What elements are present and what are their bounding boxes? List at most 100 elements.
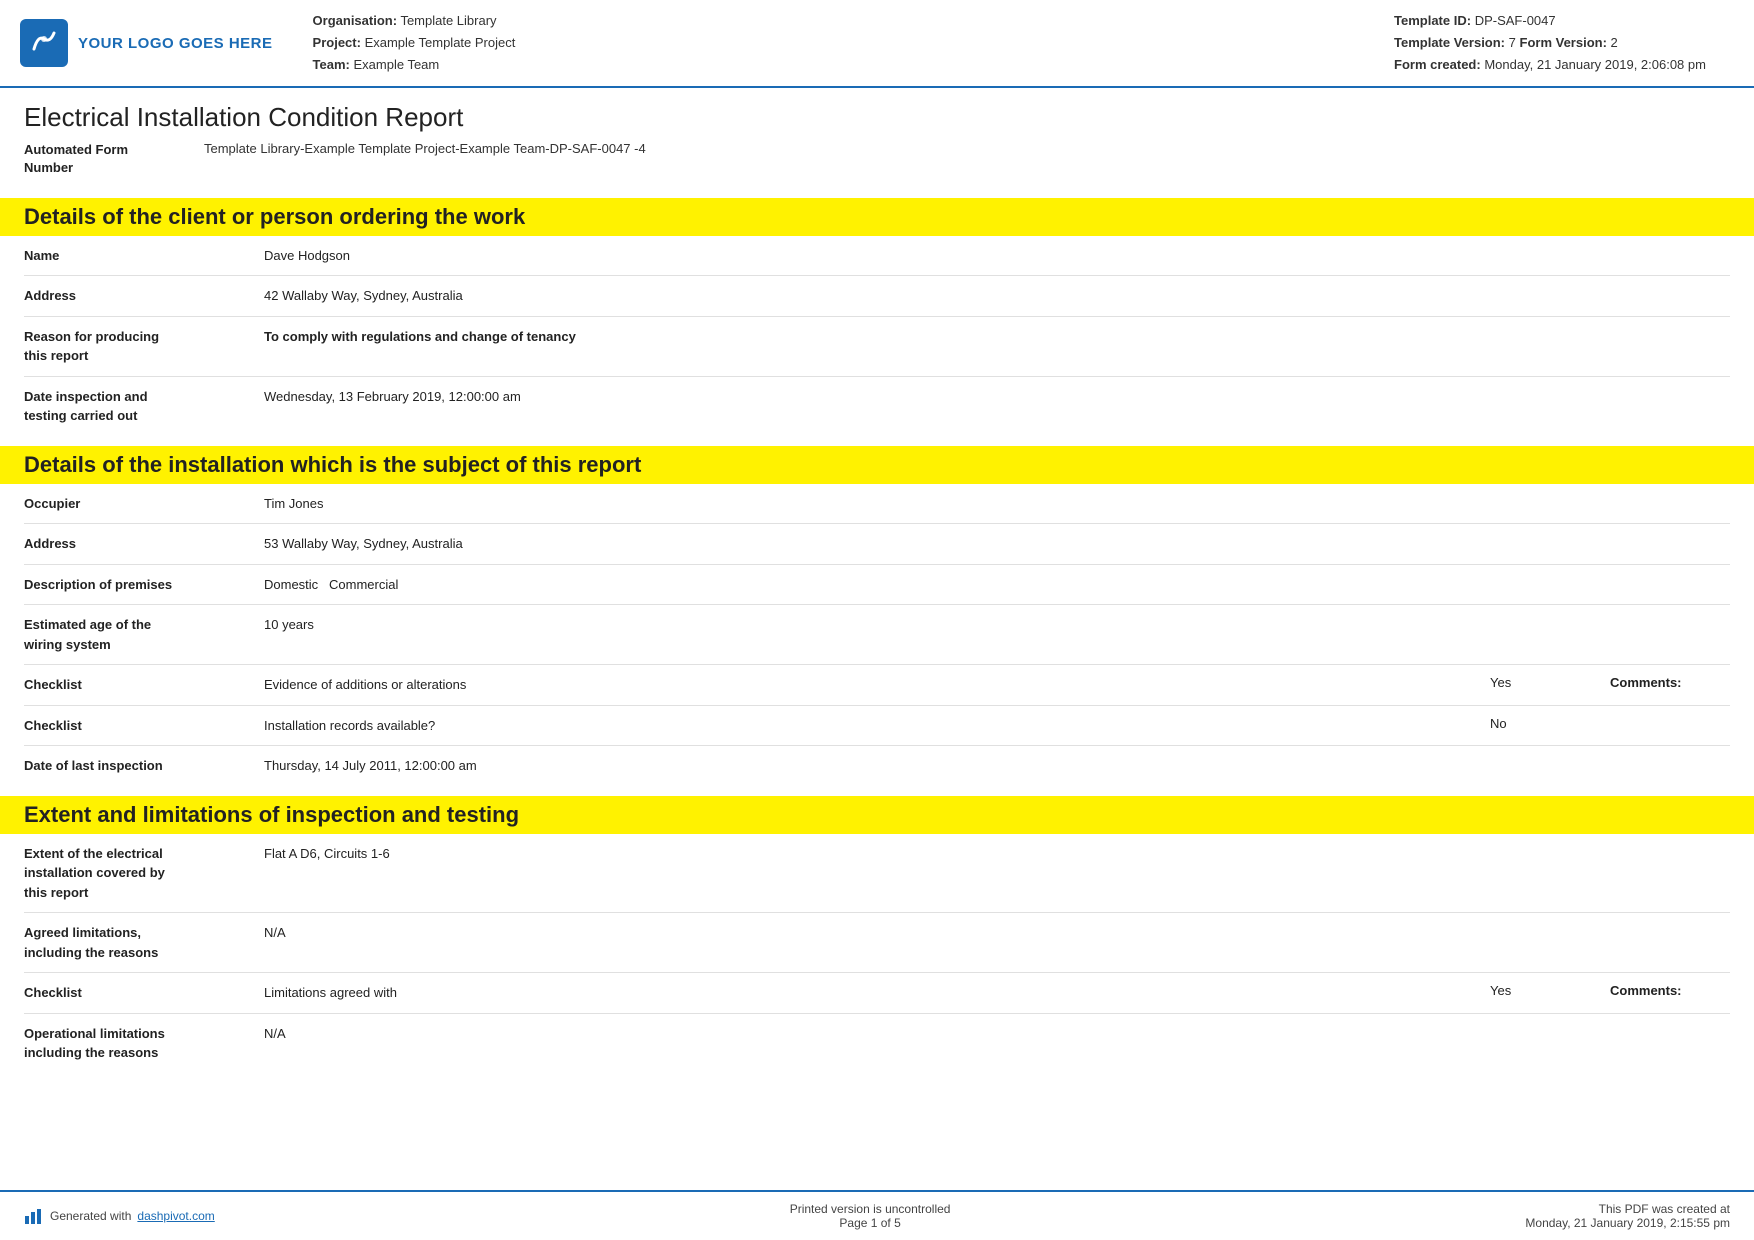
row-value: Dave Hodgson bbox=[264, 246, 1730, 266]
header-org: Organisation: Template Library Project: … bbox=[313, 10, 1394, 76]
team-value: Example Team bbox=[353, 57, 439, 72]
footer-center-line2: Page 1 of 5 bbox=[790, 1216, 951, 1230]
table-row: Checklist Limitations agreed with Yes Co… bbox=[24, 973, 1730, 1014]
form-created-label: Form created: bbox=[1394, 57, 1481, 72]
logo-text: YOUR LOGO GOES HERE bbox=[78, 35, 273, 52]
row-yes-no: No bbox=[1490, 716, 1610, 731]
template-version-value: 7 bbox=[1509, 35, 1516, 50]
table-row: Address 53 Wallaby Way, Sydney, Australi… bbox=[24, 524, 1730, 565]
project-label: Project: bbox=[313, 35, 361, 50]
row-value: Installation records available? bbox=[264, 716, 1490, 736]
row-value: Domestic Commercial bbox=[264, 575, 1730, 595]
row-label: Reason for producingthis report bbox=[24, 327, 264, 366]
org-line: Organisation: Template Library bbox=[313, 10, 1394, 32]
row-value: 42 Wallaby Way, Sydney, Australia bbox=[264, 286, 1730, 306]
title-section: Electrical Installation Condition Report… bbox=[0, 88, 1754, 187]
section3-table: Extent of the electricalinstallation cov… bbox=[0, 834, 1754, 1073]
table-row: Occupier Tim Jones bbox=[24, 484, 1730, 525]
table-row: Date inspection andtesting carried out W… bbox=[24, 377, 1730, 436]
row-label: Checklist bbox=[24, 983, 264, 1003]
table-row: Date of last inspection Thursday, 14 Jul… bbox=[24, 746, 1730, 786]
row-label: Operational limitationsincluding the rea… bbox=[24, 1024, 264, 1063]
row-value: 53 Wallaby Way, Sydney, Australia bbox=[264, 534, 1730, 554]
table-row: Checklist Evidence of additions or alter… bbox=[24, 665, 1730, 706]
table-row: Name Dave Hodgson bbox=[24, 236, 1730, 277]
row-value: Wednesday, 13 February 2019, 12:00:00 am bbox=[264, 387, 1730, 407]
header: YOUR LOGO GOES HERE Organisation: Templa… bbox=[0, 0, 1754, 88]
table-row: Estimated age of thewiring system 10 yea… bbox=[24, 605, 1730, 665]
org-value: Template Library bbox=[400, 13, 496, 28]
table-row: Description of premises Domestic Commerc… bbox=[24, 565, 1730, 606]
row-label: Date inspection andtesting carried out bbox=[24, 387, 264, 426]
project-value: Example Template Project bbox=[365, 35, 516, 50]
section1-title: Details of the client or person ordering… bbox=[24, 204, 1730, 230]
footer-right-line2: Monday, 21 January 2019, 2:15:55 pm bbox=[1525, 1216, 1730, 1230]
org-label: Organisation: bbox=[313, 13, 398, 28]
section2-table: Occupier Tim Jones Address 53 Wallaby Wa… bbox=[0, 484, 1754, 786]
row-yes-no: Yes bbox=[1490, 983, 1610, 998]
row-label: Checklist bbox=[24, 716, 264, 736]
footer: Generated with dashpivot.com Printed ver… bbox=[0, 1190, 1754, 1240]
row-value: Evidence of additions or alterations bbox=[264, 675, 1490, 695]
dashpivot-icon bbox=[24, 1206, 44, 1226]
row-value: Tim Jones bbox=[264, 494, 1730, 514]
template-id-value: DP-SAF-0047 bbox=[1475, 13, 1556, 28]
logo-icon bbox=[20, 19, 68, 67]
footer-right-line1: This PDF was created at bbox=[1525, 1202, 1730, 1216]
row-label: Address bbox=[24, 534, 264, 554]
form-version-value: 2 bbox=[1611, 35, 1618, 50]
footer-center-line1: Printed version is uncontrolled bbox=[790, 1202, 951, 1216]
form-number-label: Automated Form Number bbox=[24, 141, 204, 177]
form-version-label: Form Version: bbox=[1520, 35, 1607, 50]
row-yes-no: Yes bbox=[1490, 675, 1610, 690]
main-title: Electrical Installation Condition Report bbox=[24, 102, 1730, 133]
row-label: Checklist bbox=[24, 675, 264, 695]
team-label: Team: bbox=[313, 57, 350, 72]
row-label: Address bbox=[24, 286, 264, 306]
footer-left: Generated with dashpivot.com bbox=[24, 1206, 215, 1226]
row-label: Name bbox=[24, 246, 264, 266]
version-line: Template Version: 7 Form Version: 2 bbox=[1394, 32, 1734, 54]
content: YOUR LOGO GOES HERE Organisation: Templa… bbox=[0, 0, 1754, 1153]
row-value: Flat A D6, Circuits 1-6 bbox=[264, 844, 1730, 864]
row-label: Description of premises bbox=[24, 575, 264, 595]
row-comments-label: Comments: bbox=[1610, 675, 1730, 690]
table-row: Extent of the electricalinstallation cov… bbox=[24, 834, 1730, 914]
section3-title: Extent and limitations of inspection and… bbox=[24, 802, 1730, 828]
row-label: Agreed limitations,including the reasons bbox=[24, 923, 264, 962]
footer-link[interactable]: dashpivot.com bbox=[137, 1209, 214, 1223]
project-line: Project: Example Template Project bbox=[313, 32, 1394, 54]
template-id-line: Template ID: DP-SAF-0047 bbox=[1394, 10, 1734, 32]
row-label: Estimated age of thewiring system bbox=[24, 615, 264, 654]
template-id-label: Template ID: bbox=[1394, 13, 1471, 28]
section2-title: Details of the installation which is the… bbox=[24, 452, 1730, 478]
table-row: Reason for producingthis report To compl… bbox=[24, 317, 1730, 377]
row-label: Extent of the electricalinstallation cov… bbox=[24, 844, 264, 903]
row-value: N/A bbox=[264, 923, 1730, 943]
table-row: Operational limitationsincluding the rea… bbox=[24, 1014, 1730, 1073]
footer-generated-text: Generated with bbox=[50, 1209, 131, 1223]
footer-right: This PDF was created at Monday, 21 Janua… bbox=[1525, 1202, 1730, 1230]
template-version-label: Template Version: bbox=[1394, 35, 1505, 50]
section2-header: Details of the installation which is the… bbox=[0, 446, 1754, 484]
form-created-line: Form created: Monday, 21 January 2019, 2… bbox=[1394, 54, 1734, 76]
row-value: To comply with regulations and change of… bbox=[264, 327, 1730, 347]
form-created-value: Monday, 21 January 2019, 2:06:08 pm bbox=[1484, 57, 1706, 72]
form-number-row: Automated Form Number Template Library-E… bbox=[24, 141, 1730, 177]
section1-header: Details of the client or person ordering… bbox=[0, 198, 1754, 236]
form-number-value: Template Library-Example Template Projec… bbox=[204, 141, 646, 156]
table-row: Checklist Installation records available… bbox=[24, 706, 1730, 747]
row-label: Occupier bbox=[24, 494, 264, 514]
row-value: N/A bbox=[264, 1024, 1730, 1044]
row-value: 10 years bbox=[264, 615, 1730, 635]
section1-table: Name Dave Hodgson Address 42 Wallaby Way… bbox=[0, 236, 1754, 436]
team-line: Team: Example Team bbox=[313, 54, 1394, 76]
table-row: Address 42 Wallaby Way, Sydney, Australi… bbox=[24, 276, 1730, 317]
section3-header: Extent and limitations of inspection and… bbox=[0, 796, 1754, 834]
table-row: Agreed limitations,including the reasons… bbox=[24, 913, 1730, 973]
header-logo: YOUR LOGO GOES HERE bbox=[20, 10, 273, 76]
row-label: Date of last inspection bbox=[24, 756, 264, 776]
row-comments-label: Comments: bbox=[1610, 983, 1730, 998]
header-meta: Template ID: DP-SAF-0047 Template Versio… bbox=[1394, 10, 1734, 76]
row-value: Limitations agreed with bbox=[264, 983, 1490, 1003]
